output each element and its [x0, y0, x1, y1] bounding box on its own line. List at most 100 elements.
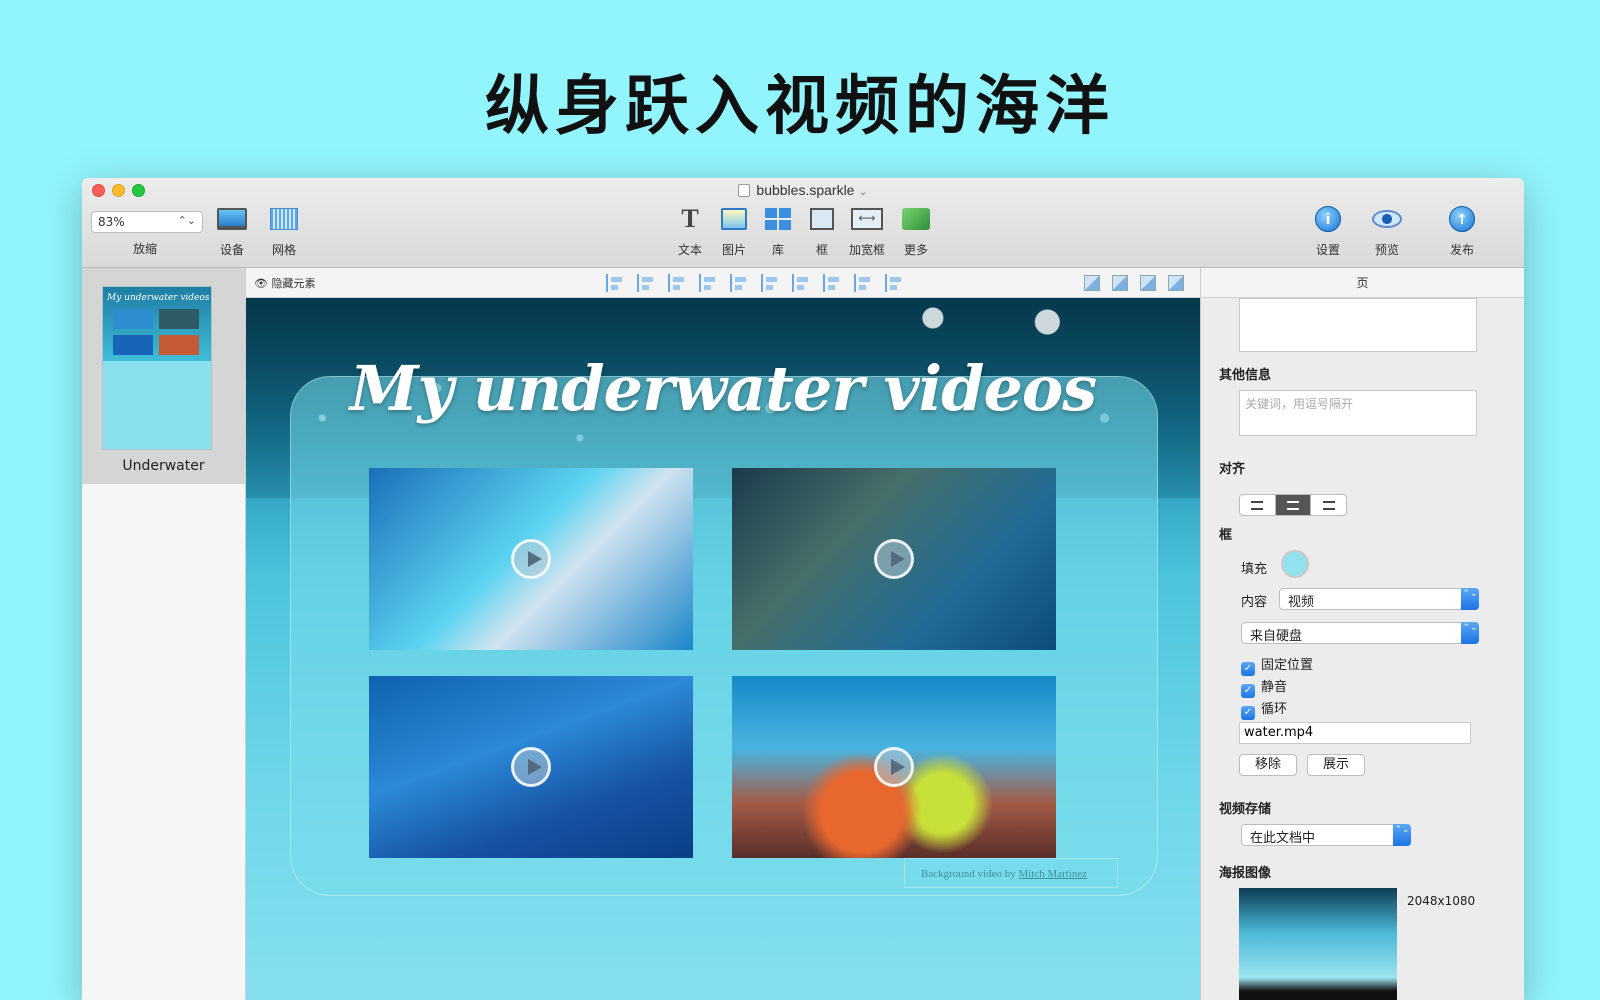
content-select[interactable]: 视频 ⌃⌄ [1279, 588, 1479, 610]
upload-icon: ↑ [1449, 206, 1475, 232]
inspector-panel: 页 其他信息 关键词，用逗号隔开 对齐 框 填充 内容 视频 ⌃⌄ 来自硬盘 ⌃… [1200, 268, 1524, 1000]
page-heading[interactable]: My underwater videos [246, 352, 1200, 425]
hide-elements-button[interactable]: 👁 隐藏元素 [254, 275, 315, 291]
play-icon[interactable] [874, 747, 914, 787]
content-value: 视频 [1288, 595, 1315, 610]
eye-slash-icon: 👁 [254, 277, 268, 290]
publish-label: 发布 [1449, 243, 1474, 257]
send-backward-icon[interactable] [1084, 275, 1100, 291]
mute-label: 静音 [1261, 680, 1288, 695]
window-title[interactable]: bubbles.sparkle ⌄ [82, 182, 1524, 198]
video-coral[interactable] [732, 676, 1056, 858]
bring-forward-icon[interactable] [1140, 275, 1156, 291]
match-width-icon[interactable] [854, 274, 874, 292]
page-canvas[interactable]: My underwater videos Background video by… [246, 298, 1200, 1000]
stepper-icon: ⌃⌄ [1393, 824, 1411, 846]
credit-link[interactable]: Mitch Martinez [1018, 868, 1087, 880]
image-icon [721, 208, 747, 230]
preview-button[interactable]: 预览 [1359, 206, 1415, 258]
video-rocks[interactable] [369, 676, 693, 858]
description-field[interactable] [1239, 298, 1477, 352]
align-center-icon [1287, 500, 1299, 510]
app-window: bubbles.sparkle ⌄ 83% ⌃⌄ 放缩 设备 网格 T 文本 图… [82, 178, 1524, 1000]
thumbnail-title: My underwater videos [107, 293, 210, 303]
widen-frame-label: 加宽框 [848, 243, 885, 257]
file-name-field[interactable]: water.mp4 [1239, 722, 1471, 744]
widen-frame-button[interactable]: ⟷ 加宽框 [839, 206, 895, 258]
align-top-icon[interactable] [699, 274, 719, 292]
play-icon[interactable] [511, 747, 551, 787]
eye-icon [1372, 210, 1402, 228]
fill-color-swatch[interactable] [1281, 550, 1309, 578]
info-icon: i [1315, 206, 1341, 232]
page-sidebar: My underwater videos Underwater [82, 268, 246, 1000]
align-heading: 对齐 [1219, 462, 1246, 477]
settings-button[interactable]: i 设置 [1300, 206, 1356, 258]
device-label: 设备 [219, 243, 244, 257]
source-select[interactable]: 来自硬盘 ⌃⌄ [1241, 622, 1479, 644]
thumbnail-video [113, 309, 153, 329]
bring-to-front-icon[interactable] [1168, 275, 1184, 291]
loop-label: 循环 [1261, 702, 1288, 717]
distribute-vertical-icon[interactable] [823, 274, 843, 292]
video-swimmer[interactable] [369, 468, 693, 650]
content-label: 内容 [1241, 595, 1268, 610]
more-button[interactable]: 更多 [888, 206, 944, 258]
hide-elements-label: 隐藏元素 [271, 277, 316, 290]
poster-size: 2048x1080 [1407, 894, 1476, 908]
align-right-icon[interactable] [668, 274, 688, 292]
align-right-icon [1322, 500, 1335, 510]
checkmark-icon: ✓ [1241, 662, 1255, 676]
align-center-icon[interactable] [637, 274, 657, 292]
play-icon[interactable] [511, 539, 551, 579]
text-icon: T [681, 204, 699, 233]
poster-image-heading: 海报图像 [1219, 866, 1272, 881]
align-right-button[interactable] [1311, 495, 1346, 515]
align-tools [606, 274, 905, 292]
storage-select[interactable]: 在此文档中 ⌃⌄ [1241, 824, 1411, 846]
grid-icon [270, 208, 298, 230]
zoom-value: 83% [98, 215, 125, 229]
distribute-horizontal-icon[interactable] [792, 274, 812, 292]
page-name: Underwater [122, 458, 205, 474]
send-to-back-icon[interactable] [1112, 275, 1128, 291]
align-center-button[interactable] [1275, 495, 1312, 515]
preview-label: 预览 [1374, 243, 1399, 257]
match-height-icon[interactable] [885, 274, 905, 292]
grid-label: 网格 [271, 243, 296, 257]
zoom-select[interactable]: 83% ⌃⌄ [91, 211, 203, 233]
mute-checkbox[interactable]: ✓ 静音 [1241, 676, 1287, 698]
video-statues[interactable] [732, 468, 1056, 650]
zoom-label-wrap: 放缩 [117, 234, 173, 257]
checkmark-icon: ✓ [1241, 706, 1255, 720]
align-bottom-icon[interactable] [761, 274, 781, 292]
keywords-field[interactable]: 关键词，用逗号隔开 [1239, 390, 1477, 436]
align-left-button[interactable] [1240, 495, 1276, 515]
align-middle-icon[interactable] [730, 274, 750, 292]
hero-title: 纵身跃入视频的海洋 [485, 70, 1115, 144]
remove-button[interactable]: 移除 [1239, 754, 1297, 776]
monitor-icon [217, 208, 247, 230]
publish-button[interactable]: ↑ 发布 [1434, 206, 1490, 258]
page-thumbnail[interactable]: My underwater videos [102, 286, 212, 450]
loop-checkbox[interactable]: ✓ 循环 [1241, 698, 1287, 720]
tab-page[interactable]: 页 [1201, 268, 1524, 298]
grid-button[interactable]: 网格 [256, 206, 312, 258]
puzzle-icon [902, 208, 930, 230]
thumbnail-video [159, 309, 199, 329]
title-bar: bubbles.sparkle ⌄ 83% ⌃⌄ 放缩 设备 网格 T 文本 图… [82, 178, 1524, 268]
fixed-position-checkbox[interactable]: ✓ 固定位置 [1241, 654, 1313, 676]
video-storage-heading: 视频存储 [1219, 802, 1272, 817]
source-value: 来自硬盘 [1250, 629, 1303, 644]
page-item[interactable]: My underwater videos Underwater [82, 268, 245, 484]
play-icon[interactable] [874, 539, 914, 579]
align-left-icon[interactable] [606, 274, 626, 292]
settings-label: 设置 [1315, 243, 1340, 257]
credit-text[interactable]: Background video by Mitch Martinez [904, 858, 1118, 888]
document-name: bubbles.sparkle [756, 182, 855, 198]
align-segmented-control[interactable] [1239, 494, 1347, 516]
poster-image[interactable] [1239, 888, 1397, 1000]
device-button[interactable]: 设备 [204, 206, 260, 258]
frame-heading: 框 [1219, 528, 1233, 543]
show-button[interactable]: 展示 [1307, 754, 1365, 776]
